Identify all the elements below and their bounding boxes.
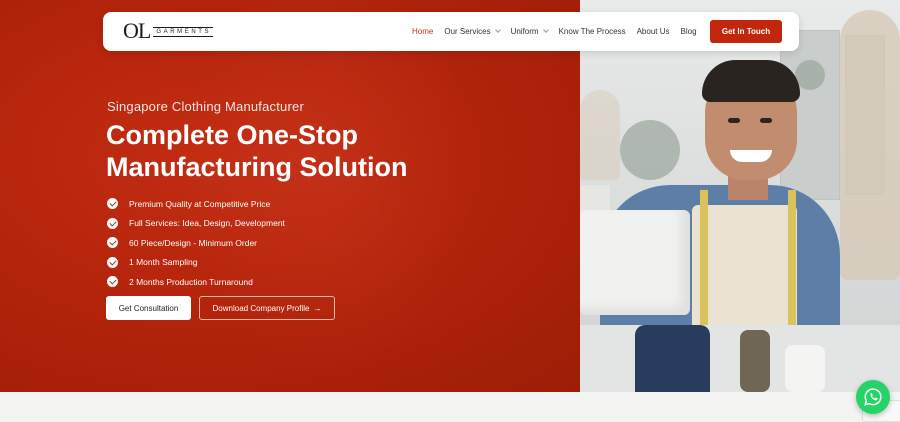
feature-list: Premium Quality at Competitive Price Ful… (107, 194, 285, 292)
photo-fabric (635, 325, 710, 392)
hero-section: OL GARMENTS Home Our Services Uniform Kn… (0, 0, 900, 392)
whatsapp-icon (864, 388, 882, 406)
whatsapp-chat-button[interactable] (856, 380, 890, 414)
download-button-label: Download Company Profile (212, 303, 310, 313)
nav-link-label: Uniform (510, 27, 539, 36)
photo-measuring-tape (700, 190, 708, 340)
get-in-touch-button[interactable]: Get In Touch (710, 20, 782, 43)
check-circle-icon (107, 276, 118, 288)
photo-plant (620, 120, 680, 180)
download-company-profile-button[interactable]: Download Company Profile → (199, 296, 335, 320)
feature-item: 60 Piece/Design - Minimum Order (107, 233, 285, 253)
feature-item: 1 Month Sampling (107, 253, 285, 273)
get-consultation-button[interactable]: Get Consultation (106, 296, 191, 320)
headline-line-2: Manufacturing Solution (106, 152, 408, 182)
logo-subtitle: GARMENTS (153, 27, 214, 37)
nav-link-label: Our Services (444, 27, 491, 36)
photo-eye (760, 118, 772, 123)
hero-eyebrow: Singapore Clothing Manufacturer (107, 99, 304, 114)
photo-background-person (580, 90, 620, 180)
feature-text: 60 Piece/Design - Minimum Order (129, 237, 258, 248)
photo-hair (702, 60, 800, 102)
headline-line-1: Complete One-Stop (106, 120, 359, 150)
photo-measuring-tape (788, 190, 796, 340)
check-circle-icon (107, 256, 118, 268)
hero-red-panel (0, 0, 580, 392)
check-circle-icon (107, 198, 118, 210)
check-circle-icon (107, 217, 118, 229)
chevron-down-icon (494, 27, 501, 33)
nav-link-label: About Us (636, 27, 670, 36)
hero-headline: Complete One-Stop Manufacturing Solution (106, 119, 526, 183)
feature-text: 1 Month Sampling (129, 257, 198, 268)
photo-thread-spool (785, 345, 825, 392)
nav-link-blog[interactable]: Blog (681, 27, 697, 36)
nav-link-our-services[interactable]: Our Services (444, 27, 501, 36)
photo-smile (730, 150, 772, 162)
nav-link-label: Home (412, 27, 434, 36)
nav-link-uniform[interactable]: Uniform (510, 27, 549, 36)
next-section-band (0, 392, 900, 422)
arrow-right-icon: → (313, 303, 322, 313)
nav-link-know-the-process[interactable]: Know The Process (559, 27, 626, 36)
site-logo[interactable]: OL GARMENTS (123, 18, 214, 43)
feature-item: 2 Months Production Turnaround (107, 272, 285, 292)
photo-eye (728, 118, 740, 123)
photo-background-person (840, 10, 900, 280)
nav-link-label: Blog (680, 27, 697, 36)
feature-item: Premium Quality at Competitive Price (107, 194, 285, 214)
photo-thread-spool (740, 330, 770, 392)
nav-link-label: Know The Process (558, 27, 626, 36)
feature-text: 2 Months Production Turnaround (129, 276, 253, 287)
feature-item: Full Services: Idea, Design, Development (107, 214, 285, 234)
feature-text: Full Services: Idea, Design, Development (129, 218, 285, 229)
photo-plant (795, 60, 825, 90)
nav-link-about-us[interactable]: About Us (637, 27, 670, 36)
chevron-down-icon (542, 27, 549, 33)
feature-text: Premium Quality at Competitive Price (129, 198, 271, 209)
main-navbar: OL GARMENTS Home Our Services Uniform Kn… (103, 12, 799, 51)
photo-sewing-machine (580, 210, 690, 315)
check-circle-icon (107, 237, 118, 249)
nav-links: Home Our Services Uniform Know The Proce… (412, 12, 697, 51)
nav-link-home[interactable]: Home (412, 27, 433, 36)
logo-mark: OL (123, 18, 151, 43)
hero-photo-tailor (580, 0, 900, 392)
background-texture (180, 0, 480, 380)
